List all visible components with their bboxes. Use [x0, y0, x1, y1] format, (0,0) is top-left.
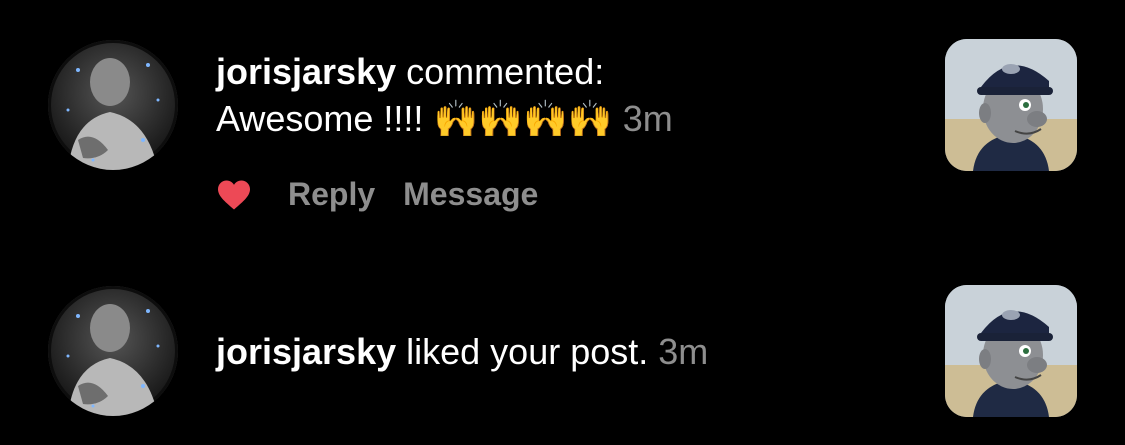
- comment-actions: Reply Message: [216, 176, 566, 213]
- raised-hands-emoji: 🙌🙌🙌🙌: [433, 99, 613, 140]
- username[interactable]: jorisjarsky: [216, 51, 396, 92]
- avatar[interactable]: [48, 286, 178, 416]
- avatar[interactable]: [48, 40, 178, 170]
- activity-feed: jorisjarsky commented: Awesome !!!! 🙌🙌🙌🙌…: [0, 0, 1125, 445]
- notification-text: jorisjarsky liked your post. 3m: [216, 330, 708, 374]
- post-thumbnail-image: [945, 285, 1077, 417]
- user-avatar-image: [48, 286, 178, 416]
- timestamp: 3m: [658, 331, 709, 372]
- post-thumbnail-image: [945, 39, 1077, 171]
- notification-comment: Awesome !!!! 🙌🙌🙌🙌 3m: [216, 97, 673, 142]
- user-avatar-image: [48, 40, 178, 170]
- notification-text-header: jorisjarsky commented:: [216, 50, 604, 94]
- heart-filled-icon[interactable]: [216, 179, 252, 211]
- username[interactable]: jorisjarsky: [216, 331, 396, 372]
- notification-action: liked your post.: [406, 331, 649, 372]
- notification-action: commented:: [406, 51, 605, 92]
- post-thumbnail[interactable]: [945, 285, 1077, 417]
- message-button[interactable]: Message: [403, 176, 538, 213]
- reply-button[interactable]: Reply: [288, 176, 375, 213]
- timestamp: 3m: [622, 98, 673, 139]
- comment-text: Awesome !!!!: [216, 98, 424, 139]
- post-thumbnail[interactable]: [945, 39, 1077, 171]
